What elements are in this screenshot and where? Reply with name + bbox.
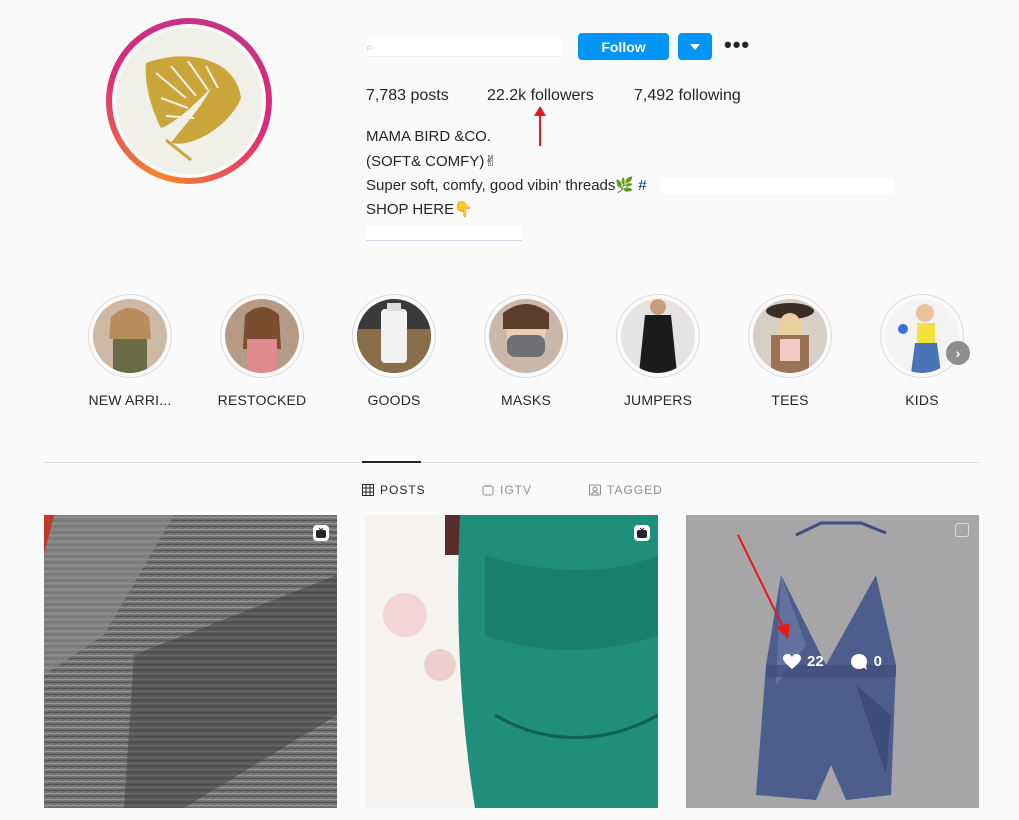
igtv-badge-icon [634,525,650,541]
bio-link-redacted[interactable] [366,226,522,241]
post-tile[interactable] [365,515,658,808]
followers-link[interactable]: 22.2k followers [487,87,594,105]
tab-posts[interactable]: POSTS [362,483,426,497]
highlight-jumpers[interactable]: JUMPERS [603,294,713,408]
highlight-tees[interactable]: TEES [735,294,845,408]
highlight-image [357,299,431,373]
comment-icon [850,653,867,670]
igtv-badge-icon [313,525,329,541]
profile-avatar[interactable] [106,18,272,184]
highlight-image [753,299,827,373]
select-checkbox[interactable] [955,523,969,537]
post-tile-hovered[interactable]: 22 0 [686,515,979,808]
post-image [44,515,337,808]
tabs-divider [44,462,979,463]
more-icon[interactable]: ••• [724,32,750,58]
username-prefix-icon: ⌕ [366,40,373,54]
highlight-restocked[interactable]: RESTOCKED [207,294,317,408]
highlight-new-arrivals[interactable]: NEW ARRI... [75,294,185,408]
posts-count: 7,783 posts [366,87,449,104]
username-redacted [366,36,562,57]
tab-tagged[interactable]: TAGGED [589,483,663,497]
chevron-down-icon [690,43,700,50]
highlight-image [885,299,959,373]
likes-stat: 22 [782,653,824,670]
chevron-right-icon[interactable]: › [946,341,970,365]
annotation-arrow [737,534,790,639]
grid-icon [362,484,374,496]
igtv-icon [482,484,494,496]
bio-hashtag[interactable]: # [638,177,646,194]
post-hover-stats: 22 0 [686,515,979,808]
follow-button[interactable]: Follow [578,33,669,60]
annotation-arrow [534,106,546,146]
bio-hashtags-redacted [660,178,894,194]
highlight-masks[interactable]: MASKS [471,294,581,408]
tagged-icon [589,484,601,496]
highlight-image [93,299,167,373]
comments-stat: 0 [850,653,882,671]
bio-line-1: (SOFT& COMFY)✌ [366,153,497,170]
highlight-goods[interactable]: GOODS [339,294,449,408]
following-link[interactable]: 7,492 following [634,87,741,105]
bio-line-2: Super soft, comfy, good vibin' threads🌿 … [366,177,647,194]
post-image [365,515,658,808]
highlight-image [489,299,563,373]
bio-name: MAMA BIRD &CO. [366,128,492,145]
active-tab-indicator [362,461,421,463]
avatar-feather-logo [116,28,262,174]
post-tile[interactable] [44,515,337,808]
bio-line-3: SHOP HERE👇 [366,201,473,218]
highlight-image [621,299,695,373]
tab-igtv[interactable]: IGTV [482,483,532,497]
highlight-image [225,299,299,373]
suggestions-dropdown-button[interactable] [678,33,712,60]
heart-icon [782,653,801,669]
